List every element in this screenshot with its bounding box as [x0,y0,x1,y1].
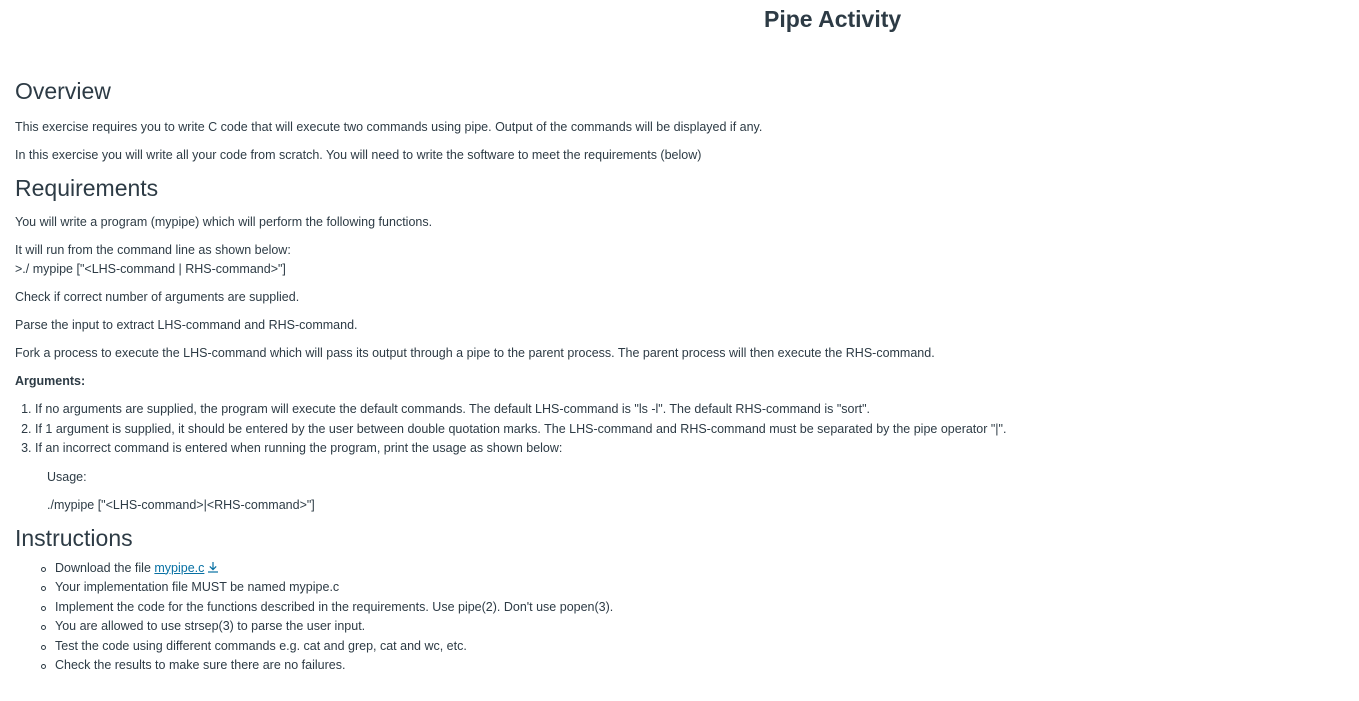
bullet-icon [41,566,46,572]
arguments-label: Arguments: [15,374,86,388]
bullet-icon [41,586,46,591]
arguments-list: If no arguments are supplied, the progra… [15,400,1335,459]
instruction-item-3: You are allowed to use strsep(3) to pars… [41,617,1335,637]
instruction-text-3: You are allowed to use strsep(3) to pars… [55,619,366,633]
fork-process-text: Fork a process to execute the LHS-comman… [15,346,935,360]
instruction-item-5: Check the results to make sure there are… [41,656,1335,676]
check-arguments-text: Check if correct number of arguments are… [15,290,300,304]
requirements-intro: You will write a program (mypipe) which … [15,215,433,229]
run-line-1: It will run from the command line as sho… [15,243,291,257]
instruction-item-download: Download the file mypipe.c [41,559,1335,579]
download-prefix: Download the file [55,560,155,575]
instruction-item-2: Implement the code for the functions des… [41,598,1335,618]
instruction-text-5: Check the results to make sure there are… [55,658,346,672]
instruction-item-1: Your implementation file MUST be named m… [41,578,1335,598]
argument-item-2: If 1 argument is supplied, it should be … [35,420,1335,440]
usage-label: Usage: [47,469,87,484]
page: Pipe Activity Overview This exercise req… [0,0,1359,701]
parse-input-text: Parse the input to extract LHS-command a… [15,318,358,332]
bullet-icon [41,625,46,630]
download-icon[interactable] [207,560,219,573]
bullet-icon [41,664,46,669]
usage-block: Usage: ./mypipe ["<LHS-command>|<RHS-com… [47,468,1335,515]
instruction-text-2: Implement the code for the functions des… [55,599,614,614]
overview-paragraph-2: In this exercise you will write all your… [15,148,702,162]
instructions-heading: Instructions [15,524,133,551]
bullet-icon [41,644,46,650]
run-command-block: It will run from the command line as sho… [15,241,1335,279]
page-title: Pipe Activity [764,6,902,32]
content-area: Overview This exercise requires you to w… [15,76,1335,676]
overview-heading: Overview [15,78,111,104]
instruction-item-4: Test the code using different commands e… [41,637,1335,657]
instructions-list: Download the file mypipe.c Your implemen… [15,559,1335,676]
argument-item-3: If an incorrect command is entered when … [35,439,1335,459]
mypipe-file-link[interactable]: mypipe.c [154,561,204,575]
overview-paragraph-1: This exercise requires you to write C co… [15,120,763,134]
instruction-text-1: Your implementation file MUST be named m… [55,580,340,594]
run-line-2: >./ mypipe ["<LHS-command | RHS-command>… [15,262,286,276]
arguments-label-row: Arguments: [15,372,1335,391]
instruction-text-4: Test the code using different commands e… [55,638,467,653]
bullet-icon [41,605,46,611]
usage-command: ./mypipe ["<LHS-command>|<RHS-command>"] [47,497,315,512]
argument-item-1: If no arguments are supplied, the progra… [35,400,1335,420]
requirements-heading: Requirements [15,175,159,201]
